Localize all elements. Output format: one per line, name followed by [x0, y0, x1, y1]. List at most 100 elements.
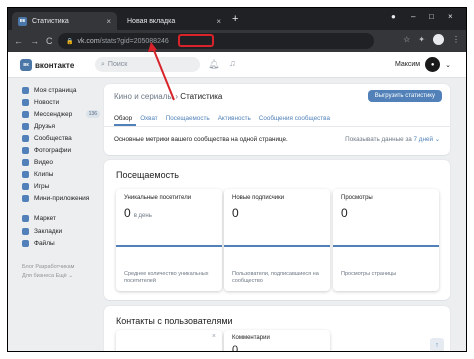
- sidebar-item-label: Фотографии: [34, 147, 72, 155]
- stat-label: Просмотры: [341, 195, 373, 201]
- sidebar-item[interactable]: Клипы: [22, 169, 100, 181]
- reload-button[interactable]: C: [46, 36, 53, 46]
- stats-description: Основные метрики вашего сообщества на од…: [114, 136, 288, 143]
- back-button[interactable]: ←: [14, 36, 23, 46]
- sidebar-item-label: Закладки: [34, 227, 63, 235]
- menu-item-icon: [22, 171, 29, 179]
- tab-reach[interactable]: Охват: [140, 115, 158, 122]
- bookmark-star-icon[interactable]: ☆: [403, 35, 410, 44]
- contact-card-comments[interactable]: Комментарии 0: [224, 330, 330, 352]
- stats-tabs: Обзор Охват Посещаемость Активность Сооб…: [114, 115, 330, 122]
- new-tab-button[interactable]: +: [232, 13, 238, 25]
- left-menu: Моя страница Новости Мессенджер 136 Друзья Со…: [22, 84, 100, 281]
- stat-description: Пользователи, подписавшиеся на сообществ…: [232, 271, 319, 284]
- extensions-icon[interactable]: ✦: [418, 35, 425, 44]
- maximize-button[interactable]: □: [429, 12, 434, 21]
- close-window-button[interactable]: ×: [448, 12, 453, 21]
- lock-icon: 🔒: [66, 38, 74, 45]
- period-selector[interactable]: Показывать данные за 7 дней ⌄: [345, 136, 440, 143]
- stat-chart-line: [116, 245, 222, 247]
- stat-unique-visitors[interactable]: Уникальные посетители 0в день Среднее ко…: [116, 189, 222, 291]
- sidebar-item-label: Мессенджер: [34, 110, 73, 118]
- stat-value: 0: [232, 206, 239, 220]
- tab-attendance[interactable]: Посещаемость: [166, 115, 210, 122]
- sidebar-item-label: Игры: [34, 183, 50, 191]
- sidebar-item[interactable]: Новости: [22, 96, 100, 108]
- breadcrumb-current: Статистика: [180, 92, 223, 101]
- search-placeholder: Поиск: [107, 61, 128, 68]
- menu-item-icon: [22, 147, 29, 155]
- sidebar-item[interactable]: Игры: [22, 181, 100, 193]
- sidebar-item[interactable]: Видео: [22, 157, 100, 169]
- stat-views[interactable]: Просмотры 0 Просмотры страницы: [333, 189, 439, 291]
- sidebar-item[interactable]: Маркет: [22, 213, 100, 225]
- browser-toolbar: ← → C 🔒 vk.com /stats?gid= 205088246 ☆ ✦…: [8, 30, 466, 52]
- scroll-to-top-button[interactable]: ↑: [430, 338, 444, 351]
- close-icon[interactable]: ×: [212, 333, 216, 340]
- vk-favicon-icon: вк: [18, 16, 27, 26]
- sidebar-item[interactable]: Друзья: [22, 120, 100, 132]
- group-id-highlight: [178, 34, 214, 47]
- stat-label: Уникальные посетители: [124, 195, 192, 201]
- stat-description: Просмотры страницы: [341, 271, 397, 277]
- browser-menu-icon[interactable]: ⋮: [452, 35, 460, 44]
- url-path: /stats?gid=: [99, 37, 134, 45]
- footer-links[interactable]: Блог Разработчикам: [22, 263, 100, 272]
- sidebar-item[interactable]: Сообщества: [22, 132, 100, 144]
- tab-activity[interactable]: Активность: [218, 115, 251, 122]
- menu-item-icon: [22, 134, 29, 142]
- browser-window: вк Статистика × Новая вкладка × + ● – □ …: [7, 7, 467, 352]
- forward-button[interactable]: →: [30, 36, 39, 46]
- breadcrumb-parent[interactable]: Кино и сериалы: [114, 92, 173, 101]
- sidebar-item[interactable]: Мини-приложения: [22, 193, 100, 205]
- url-group-id: 205088246: [133, 37, 169, 45]
- contact-card-empty[interactable]: ×: [116, 330, 222, 351]
- toolbar-actions: ☆ ✦ ⋮: [403, 34, 460, 45]
- tab-new[interactable]: Новая вкладка ×: [121, 12, 227, 30]
- stats-header-card: Кино и сериалы › Статистика Выгрузить ст…: [104, 84, 450, 155]
- tab-bar: вк Статистика × Новая вкладка × + ● – □ …: [8, 8, 466, 30]
- period-value[interactable]: 7 дней ⌄: [414, 136, 440, 143]
- tab-title: Новая вкладка: [127, 17, 176, 25]
- user-menu[interactable]: Максим ● ⌄: [395, 57, 451, 72]
- sidebar-item-label: Видео: [34, 159, 53, 167]
- breadcrumb: Кино и сериалы › Статистика: [114, 92, 222, 101]
- sidebar-item[interactable]: Фотографии: [22, 144, 100, 156]
- sidebar-item[interactable]: Файлы: [22, 237, 100, 249]
- vk-logo[interactable]: вк вконтакте: [20, 59, 74, 71]
- sidebar-item-label: Моя страница: [34, 86, 77, 94]
- tab-statistics[interactable]: вк Статистика ×: [12, 12, 117, 30]
- stat-new-subscribers[interactable]: Новые подписчики 0 Пользователи, подписа…: [224, 189, 330, 291]
- close-tab-icon[interactable]: ×: [106, 17, 111, 26]
- download-stats-button[interactable]: Выгрузить статистику: [367, 90, 442, 102]
- close-tab-icon[interactable]: ×: [216, 17, 221, 26]
- tabs-divider: [104, 126, 450, 127]
- menu-footer: Блог Разработчикам Для бизнеса Ещё ⌄: [22, 263, 100, 281]
- stat-value: 0: [232, 344, 239, 352]
- sidebar-item-label: Сообщества: [34, 134, 72, 142]
- profile-menu-icon[interactable]: ●: [391, 12, 396, 21]
- footer-links[interactable]: Для бизнеса Ещё ⌄: [22, 272, 100, 281]
- sidebar-item[interactable]: Закладки: [22, 225, 100, 237]
- sidebar-item-label: Новости: [34, 98, 60, 106]
- stat-description: Среднее количество уникальных посетителе…: [124, 271, 209, 284]
- sidebar-item-label: Друзья: [34, 122, 56, 130]
- sidebar-item[interactable]: Моя страница: [22, 84, 100, 96]
- stat-label: Комментарии: [232, 335, 270, 341]
- menu-item-icon: [22, 86, 29, 94]
- tab-overview[interactable]: Обзор: [114, 115, 132, 122]
- sidebar-item[interactable]: Мессенджер 136: [22, 108, 100, 120]
- search-input[interactable]: ⌕ Поиск: [95, 57, 200, 72]
- menu-item-icon: [22, 159, 29, 167]
- breadcrumb-separator: ›: [175, 92, 179, 101]
- user-name: Максим: [394, 61, 421, 68]
- music-icon[interactable]: ♫: [229, 58, 236, 68]
- stat-chart-line: [224, 245, 330, 247]
- sidebar-item-label: Файлы: [34, 239, 55, 247]
- notifications-bell-icon[interactable]: 🔔︎: [208, 59, 219, 70]
- user-avatar: ●: [425, 57, 441, 72]
- address-bar[interactable]: 🔒 vk.com /stats?gid= 205088246: [58, 33, 374, 49]
- tab-community-messages[interactable]: Сообщения сообщества: [259, 115, 330, 122]
- profile-avatar[interactable]: [433, 34, 444, 45]
- minimize-button[interactable]: –: [411, 12, 415, 21]
